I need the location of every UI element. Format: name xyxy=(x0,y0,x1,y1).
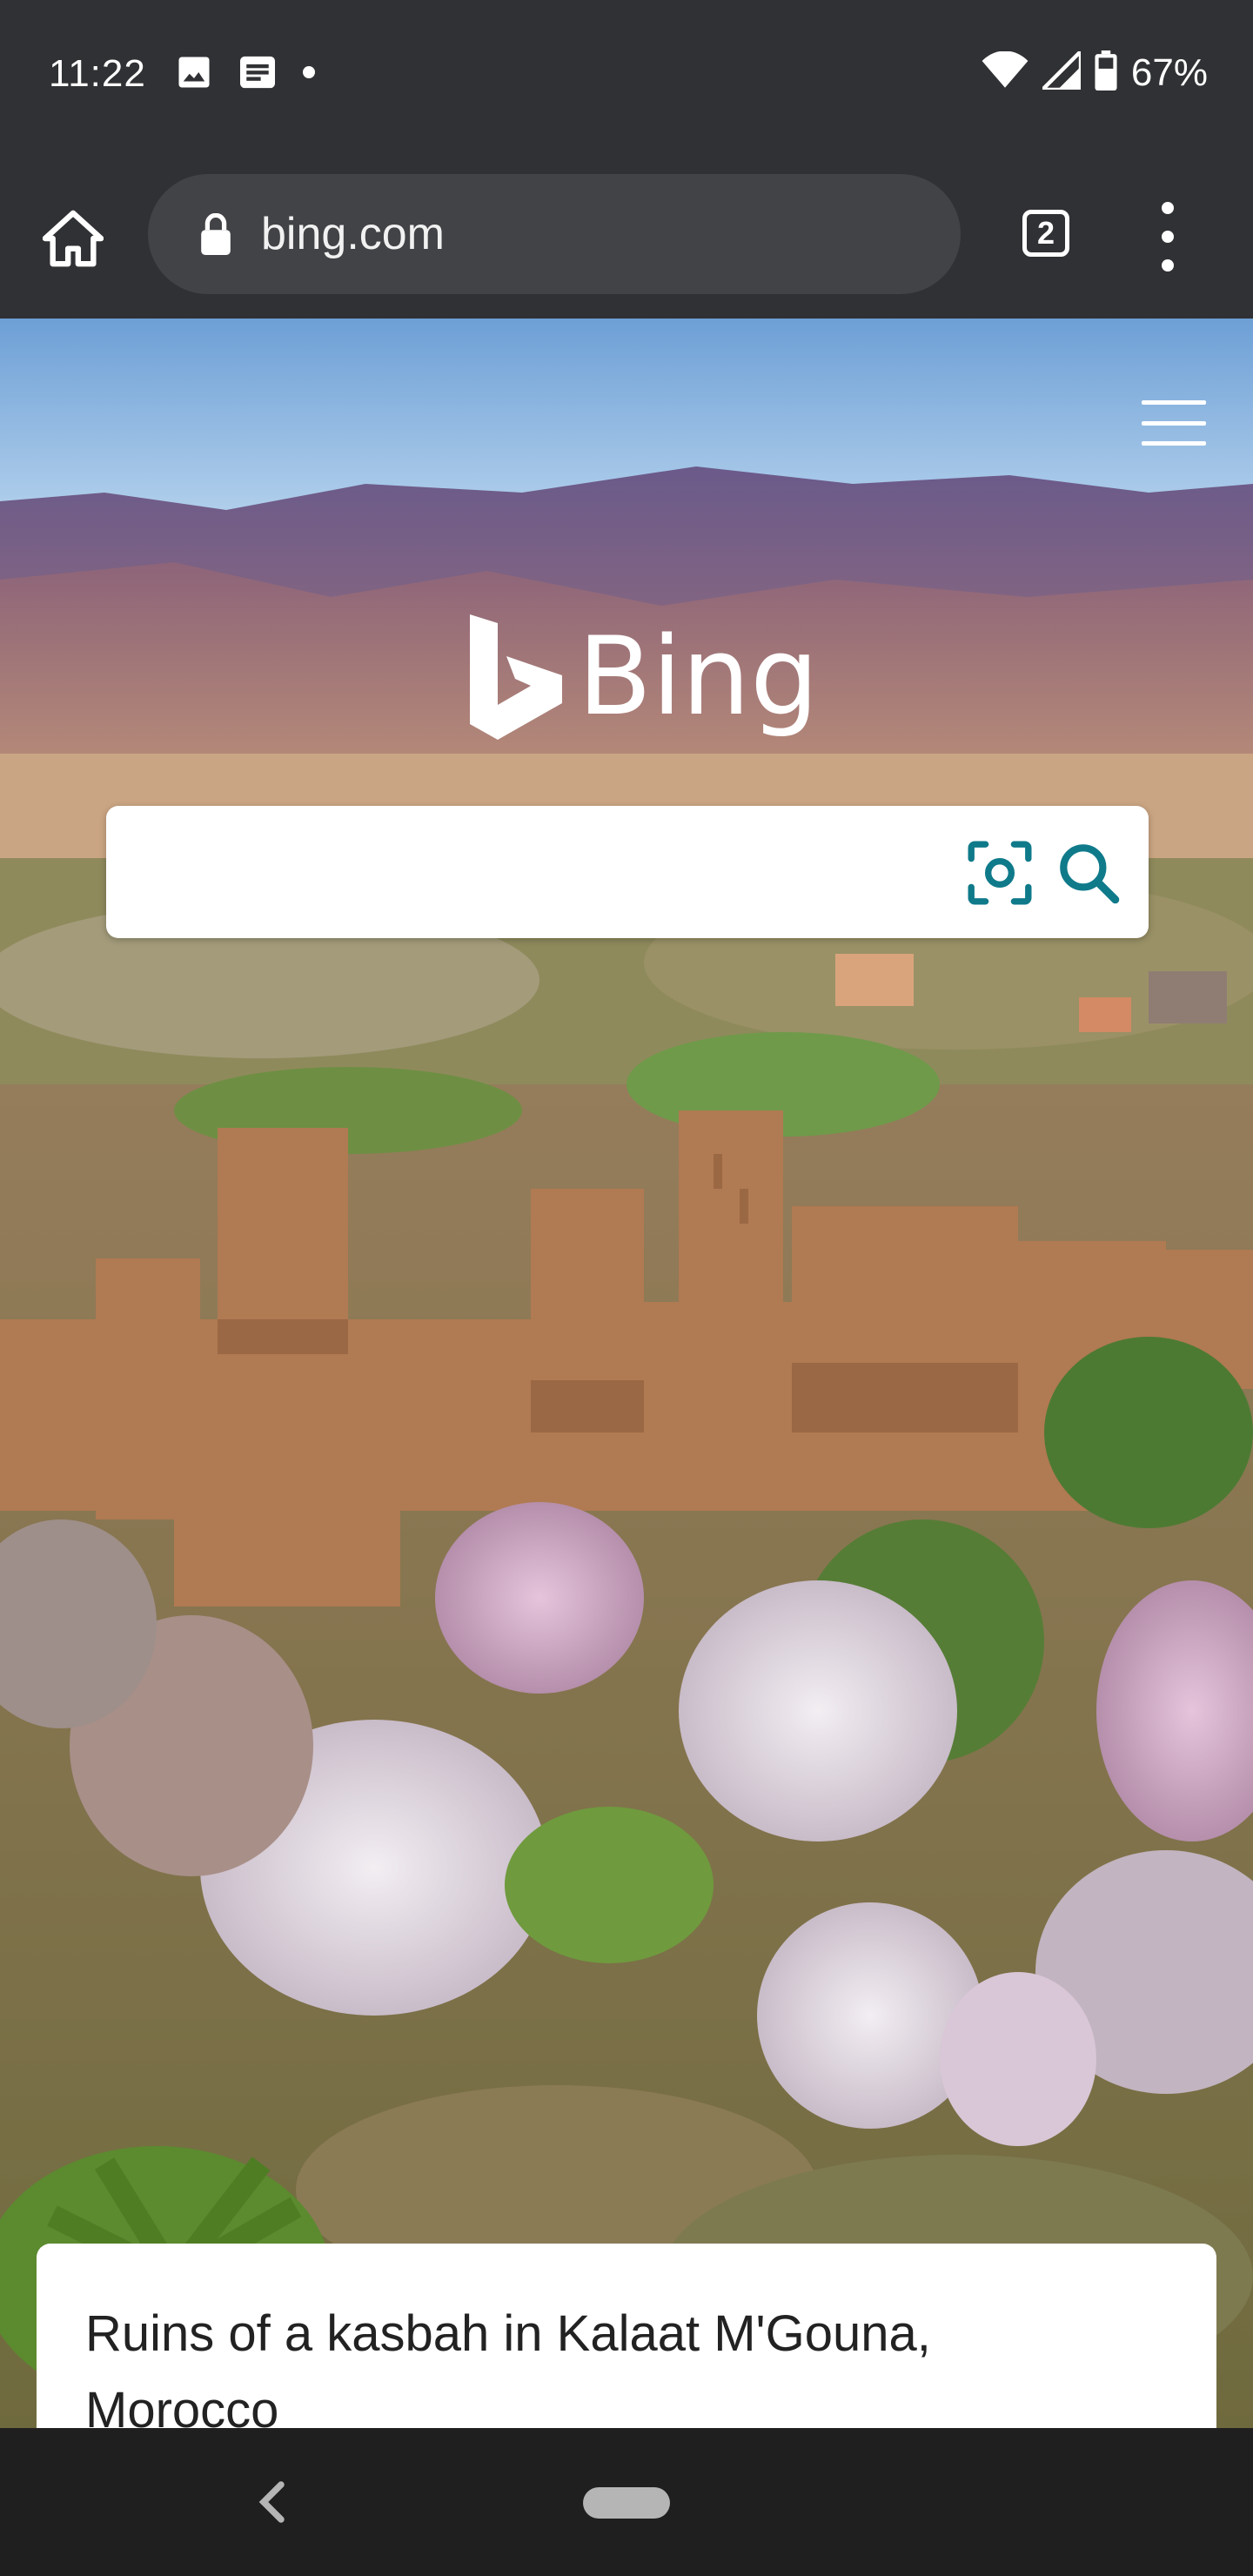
hamburger-menu-button[interactable] xyxy=(1142,400,1206,446)
visual-search-icon xyxy=(968,841,1032,905)
tab-count: 2 xyxy=(1022,210,1069,257)
back-icon xyxy=(258,2481,285,2523)
overflow-menu-button[interactable] xyxy=(1145,202,1190,272)
notification-icons xyxy=(176,54,315,95)
bing-logo: Bing xyxy=(470,614,819,740)
home-button[interactable] xyxy=(38,204,108,273)
status-bar: 11:22 67% xyxy=(0,0,1253,157)
lock-icon xyxy=(198,213,233,255)
home-gesture-pill[interactable] xyxy=(583,2487,670,2519)
news-icon xyxy=(238,55,277,94)
search-button[interactable] xyxy=(1053,837,1124,909)
search-input[interactable] xyxy=(132,832,962,914)
url-text: bing.com xyxy=(261,209,445,259)
browser-toolbar: bing.com 2 xyxy=(0,157,1253,319)
tab-switcher-button[interactable]: 2 xyxy=(1016,204,1075,263)
system-icons: 67% xyxy=(982,46,1208,95)
signal-icon xyxy=(1037,46,1083,94)
menu-line xyxy=(1142,441,1206,446)
system-navigation-bar xyxy=(0,2428,1253,2576)
image-caption: Ruins of a kasbah in Kalaat M'Gouna, Mor… xyxy=(85,2305,931,2428)
battery-percentage: 67% xyxy=(1130,50,1208,94)
search-box xyxy=(106,806,1149,938)
status-time: 11:22 xyxy=(49,52,146,95)
address-bar[interactable]: bing.com xyxy=(148,174,961,294)
menu-line xyxy=(1142,420,1206,426)
phone-screen: 11:22 67% bing.com 2 Bing Ruins of a kas… xyxy=(0,0,1253,2576)
battery-icon xyxy=(1095,50,1117,95)
visual-search-button[interactable] xyxy=(964,837,1035,909)
menu-dot xyxy=(1162,259,1174,272)
search-icon xyxy=(1060,844,1120,904)
image-caption-card[interactable]: Ruins of a kasbah in Kalaat M'Gouna, Mor… xyxy=(37,2244,1216,2428)
dot-icon xyxy=(303,66,315,83)
menu-line xyxy=(1142,400,1206,405)
bing-logo-icon xyxy=(470,614,562,740)
menu-dot xyxy=(1162,202,1174,214)
web-page: Bing Ruins of a kasbah in Kalaat M'Gouna… xyxy=(0,319,1253,2428)
bing-logo-text: Bing xyxy=(578,614,819,740)
image-icon xyxy=(176,54,212,95)
wifi-icon xyxy=(982,50,1029,94)
menu-dot xyxy=(1162,231,1174,243)
home-icon xyxy=(43,210,104,267)
back-button[interactable] xyxy=(251,2472,294,2532)
